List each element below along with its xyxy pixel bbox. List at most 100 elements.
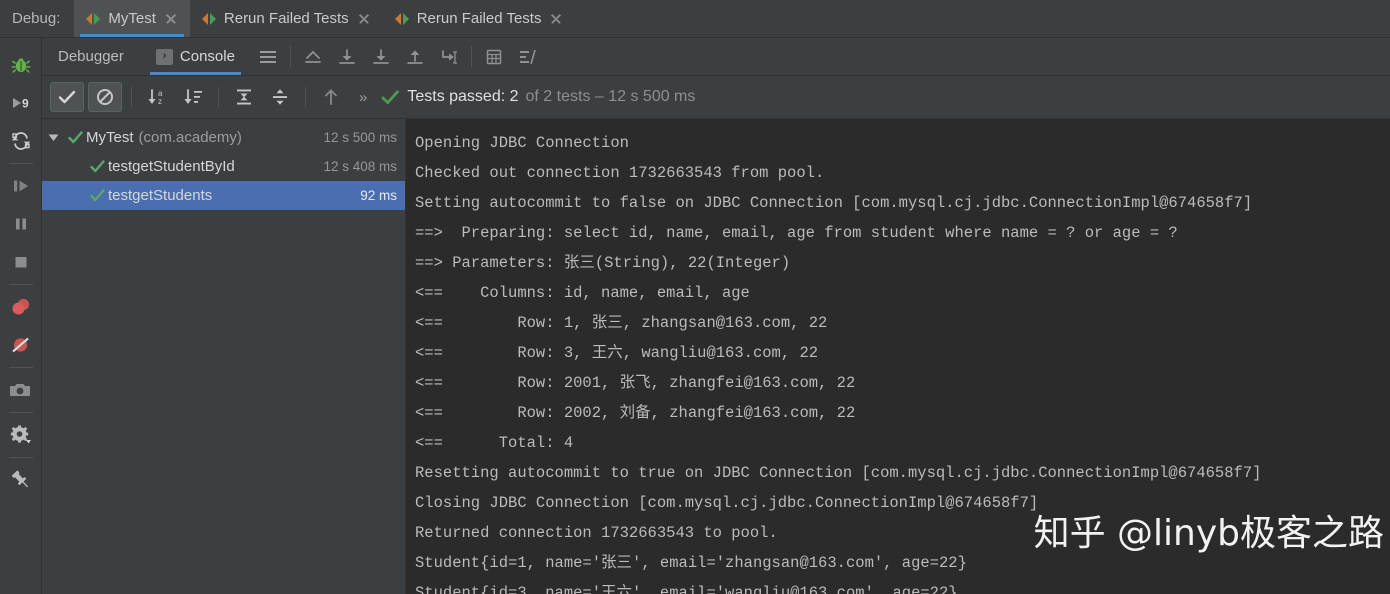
settings-list-icon[interactable]: [511, 38, 545, 75]
test-name: testgetStudentById: [108, 158, 235, 175]
sort-by-duration-button[interactable]: [177, 83, 209, 111]
tab-label: Rerun Failed Tests: [416, 10, 542, 27]
test-status-bar: Tests passed: 2 of 2 tests – 12 s 500 ms: [381, 88, 695, 106]
force-step-into-icon[interactable]: [364, 38, 398, 75]
expand-all-button[interactable]: [228, 83, 260, 111]
test-duration: 92 ms: [360, 188, 397, 203]
step-out-frame-icon[interactable]: [398, 38, 432, 75]
run-to-cursor-icon[interactable]: [432, 38, 466, 75]
tab-rerun-failed-tests-2[interactable]: Rerun Failed Tests: [383, 0, 576, 37]
stop-icon[interactable]: [0, 243, 41, 281]
previous-failed-test-button[interactable]: [315, 83, 347, 111]
console-line: Setting autocommit to false on JDBC Conn…: [415, 194, 1253, 212]
pause-icon[interactable]: [0, 205, 41, 243]
no-entry-icon: [97, 89, 113, 105]
console-line: Returned connection 1732663543 to pool.: [415, 524, 778, 542]
sort-alphabetically-button[interactable]: a z: [141, 83, 173, 111]
test-duration: 12 s 408 ms: [323, 159, 397, 174]
test-passed-icon: [86, 189, 108, 202]
soft-wrap-icon[interactable]: [251, 38, 285, 75]
sort-duration-icon: [184, 89, 202, 104]
table-row[interactable]: testgetStudentById 12 s 408 ms: [42, 152, 405, 181]
checkmark-icon: [58, 90, 76, 104]
step-over-icon[interactable]: [0, 167, 41, 205]
test-results-toolbar: a z » Tests passed: 2 of 2 tests – 12 s …: [42, 76, 1390, 119]
arrow-up-icon: [325, 89, 337, 105]
console-arrow-icon: ›: [155, 48, 173, 65]
debug-bug-icon[interactable]: [0, 46, 41, 84]
sort-az-icon: a z: [148, 89, 163, 106]
show-passed-button[interactable]: [50, 82, 84, 112]
toolbar-divider: [131, 87, 132, 107]
chevron-down-icon[interactable]: [42, 133, 64, 142]
mute-breakpoints-icon[interactable]: [0, 326, 41, 364]
toolbar-overflow-button[interactable]: »: [349, 89, 377, 106]
table-row[interactable]: MyTest (com.academy) 12 s 500 ms: [42, 123, 405, 152]
console-line: <== Row: 2002, 刘备, zhangfei@163.com, 22: [415, 404, 856, 422]
tab-mytest[interactable]: MyTest: [74, 0, 190, 37]
rail-divider: [8, 412, 33, 413]
console-line: <== Row: 2001, 张飞, zhangfei@163.com, 22: [415, 374, 856, 392]
step-out-icon[interactable]: [296, 38, 330, 75]
debug-tool-window: Debug: MyTest Rerun Failed Tests Rerun F…: [0, 0, 1390, 594]
pin-icon[interactable]: [0, 461, 41, 499]
tab-label: Rerun Failed Tests: [223, 10, 349, 27]
tab-console[interactable]: › Console: [140, 38, 251, 75]
test-results-tree: MyTest (com.academy) 12 s 500 ms testget…: [42, 119, 406, 594]
test-console-split: MyTest (com.academy) 12 s 500 ms testget…: [42, 119, 1390, 594]
close-icon[interactable]: [549, 12, 563, 26]
console-line: Resetting autocommit to true on JDBC Con…: [415, 464, 1262, 482]
console-line: ==> Parameters: 张三(String), 22(Integer): [415, 254, 791, 272]
evaluate-expression-icon[interactable]: [477, 38, 511, 75]
debug-window-label: Debug:: [12, 10, 61, 27]
debug-action-rail: 9: [0, 38, 42, 594]
collapse-all-button[interactable]: [264, 83, 296, 111]
tab-rerun-failed-tests-1[interactable]: Rerun Failed Tests: [190, 0, 383, 37]
toolbar-divider: [305, 87, 306, 107]
table-row[interactable]: testgetStudents 92 ms: [42, 181, 405, 210]
test-passed-icon: [86, 160, 108, 173]
rail-divider: [8, 367, 33, 368]
test-name: testgetStudents: [108, 187, 213, 204]
show-ignored-button[interactable]: [88, 82, 122, 112]
console-line: Student{id=3, name='王六', email='wangliu@…: [415, 584, 958, 594]
debugger-console-toolbar: Debugger › Console: [42, 38, 1390, 76]
tab-label: MyTest: [108, 10, 156, 27]
rail-divider: [8, 457, 33, 458]
toolbar-divider: [218, 87, 219, 107]
console-line: Checked out connection 1732663543 from p…: [415, 164, 825, 182]
svg-text:9: 9: [22, 97, 29, 111]
console-line: <== Columns: id, name, email, age: [415, 284, 750, 302]
tab-debugger-label: Debugger: [58, 48, 124, 65]
rerun-icon[interactable]: [0, 122, 41, 160]
test-duration: 12 s 500 ms: [323, 130, 397, 145]
screenshot-icon[interactable]: [0, 371, 41, 409]
collapse-all-icon: [273, 89, 287, 105]
svg-text:z: z: [158, 97, 162, 106]
close-icon[interactable]: [357, 12, 371, 26]
toolbar-divider: [470, 46, 472, 67]
tab-debugger[interactable]: Debugger: [42, 38, 140, 75]
console-line: ==> Preparing: select id, name, email, a…: [415, 224, 1178, 242]
close-icon[interactable]: [164, 12, 178, 26]
settings-gear-icon[interactable]: [0, 416, 41, 454]
tests-detail-label: of 2 tests – 12 s 500 ms: [525, 88, 696, 105]
test-package: (com.academy): [138, 129, 242, 146]
console-line: <== Row: 1, 张三, zhangsan@163.com, 22: [415, 314, 828, 332]
toolbar-divider: [289, 46, 291, 67]
run-config-icon: [86, 12, 101, 26]
breakpoints-icon[interactable]: [0, 288, 41, 326]
console-line: Closing JDBC Connection [com.mysql.cj.jd…: [415, 494, 1039, 512]
debug-content: Debugger › Console a z » Tests passed: 2…: [42, 38, 1390, 594]
step-into-icon[interactable]: [330, 38, 364, 75]
console-output[interactable]: Opening JDBC Connection Checked out conn…: [406, 119, 1390, 594]
run-config-icon: [394, 12, 409, 26]
checkmark-icon: [381, 89, 400, 104]
test-passed-icon: [64, 131, 86, 144]
debug-tab-bar: Debug: MyTest Rerun Failed Tests Rerun F…: [0, 0, 1390, 38]
rail-divider: [8, 284, 33, 285]
resume-program-icon[interactable]: 9: [0, 84, 41, 122]
console-line: <== Row: 3, 王六, wangliu@163.com, 22: [415, 344, 819, 362]
console-line: Student{id=1, name='张三', email='zhangsan…: [415, 554, 967, 572]
tests-passed-label: Tests passed: 2: [407, 88, 519, 105]
